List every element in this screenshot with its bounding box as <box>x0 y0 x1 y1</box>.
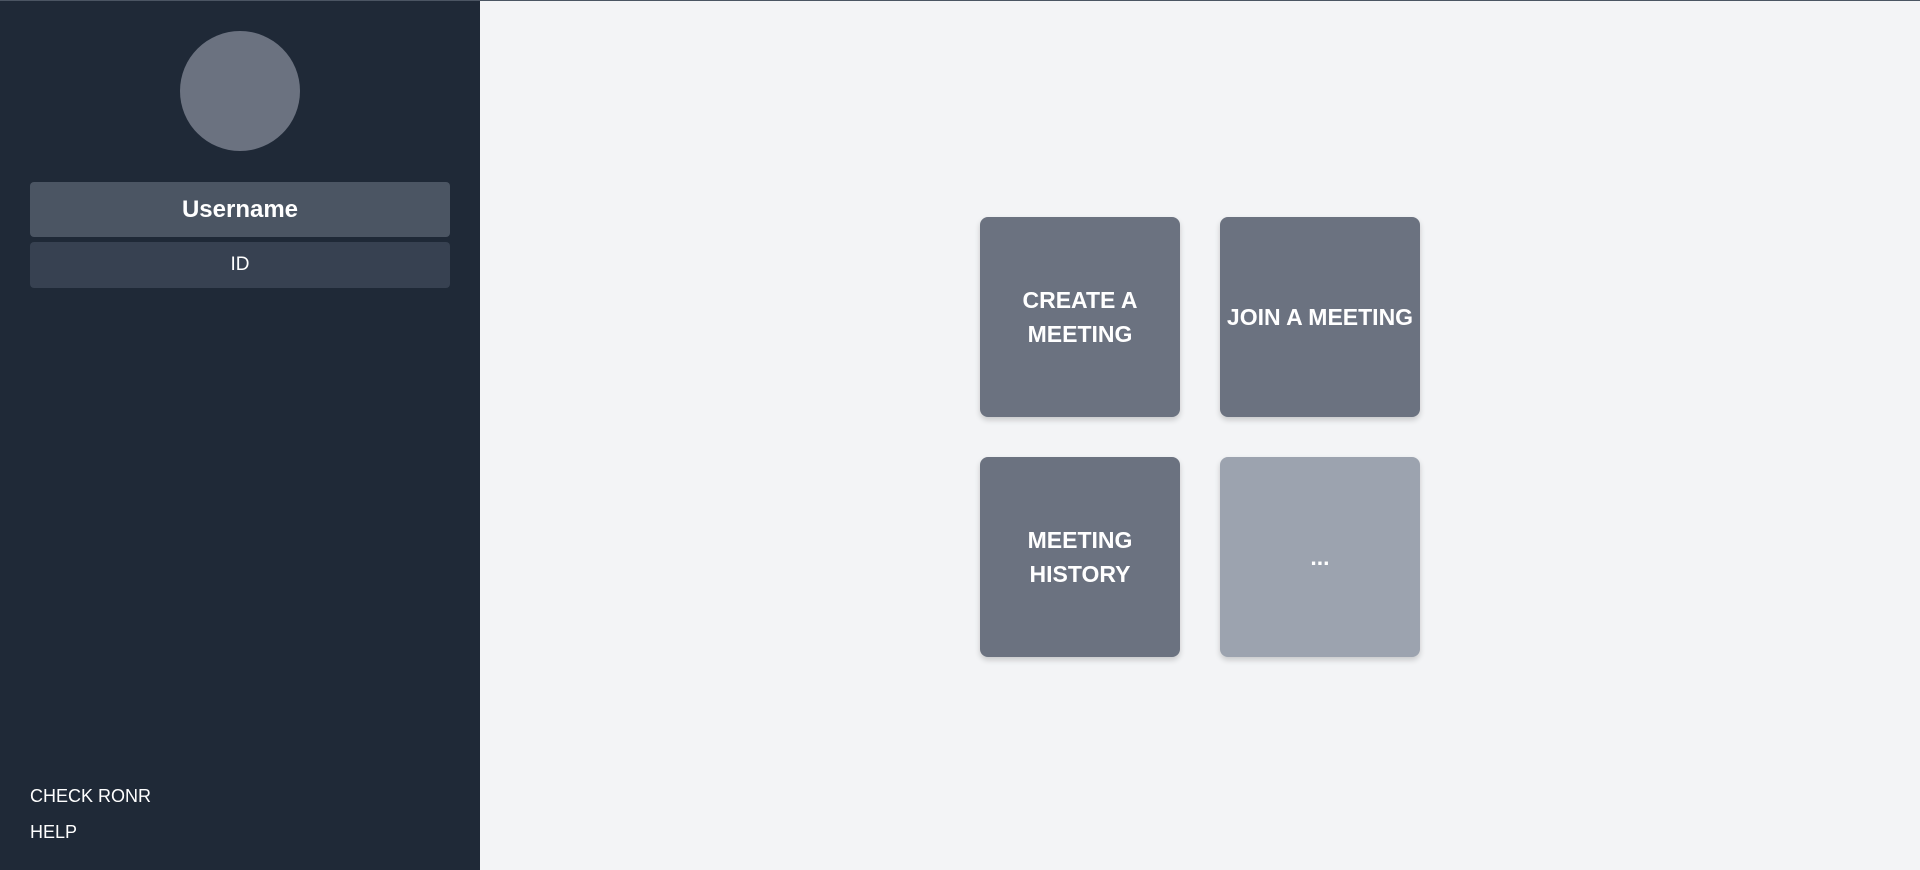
check-ronr-link[interactable]: CHECK RONR <box>30 784 151 808</box>
username-display: Username <box>30 182 450 237</box>
more-options-button[interactable]: ... <box>1220 457 1420 657</box>
join-meeting-button[interactable]: JOIN A MEETING <box>1220 217 1420 417</box>
help-link[interactable]: HELP <box>30 820 151 844</box>
meeting-history-button[interactable]: MEETING HISTORY <box>980 457 1180 657</box>
sidebar-links: CHECK RONR HELP <box>30 784 151 844</box>
main-content: CREATE A MEETING JOIN A MEETING MEETING … <box>480 1 1920 870</box>
create-meeting-button[interactable]: CREATE A MEETING <box>980 217 1180 417</box>
action-tiles: CREATE A MEETING JOIN A MEETING MEETING … <box>980 217 1420 657</box>
user-id-display: ID <box>30 242 450 288</box>
app-window: Username ID CHECK RONR HELP CREATE A MEE… <box>0 0 1920 870</box>
sidebar: Username ID CHECK RONR HELP <box>0 1 480 870</box>
avatar[interactable] <box>180 31 300 151</box>
